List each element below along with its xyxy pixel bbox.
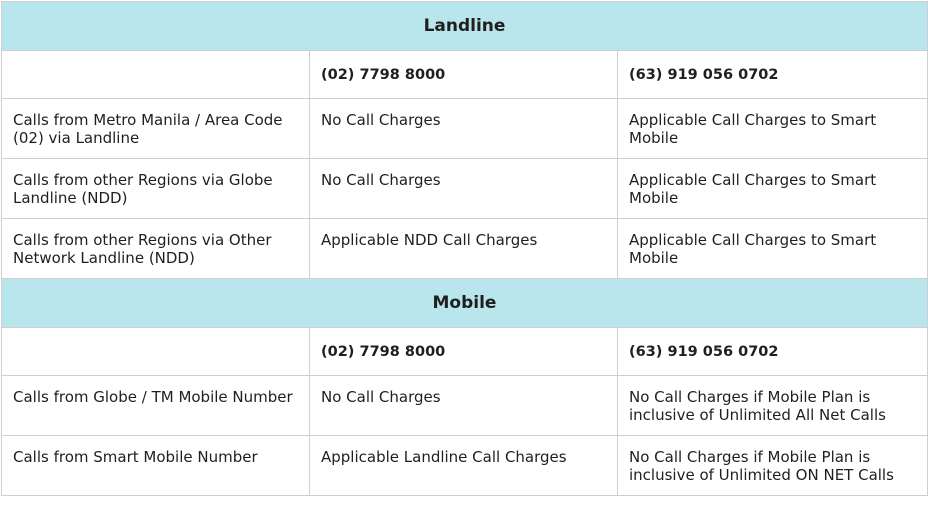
table-cell: No Call Charges if Mobile Plan is inclus…: [617, 435, 928, 496]
row-label: Calls from Smart Mobile Number: [1, 435, 310, 496]
section-header-mobile: Mobile: [1, 278, 928, 328]
column-header-empty: [1, 50, 310, 99]
table-row: Calls from Metro Manila / Area Code (02)…: [1, 98, 928, 159]
table-row: Calls from other Regions via Other Netwo…: [1, 218, 928, 279]
column-header-row: (02) 7798 8000 (63) 919 056 0702: [1, 50, 928, 99]
row-label: Calls from Metro Manila / Area Code (02)…: [1, 98, 310, 159]
section-title: Landline: [1, 1, 928, 51]
column-header-number: (02) 7798 8000: [309, 327, 618, 376]
table-cell: Applicable Call Charges to Smart Mobile: [617, 218, 928, 279]
table-cell: Applicable Call Charges to Smart Mobile: [617, 158, 928, 219]
column-header-empty: [1, 327, 310, 376]
call-charges-table: Landline (02) 7798 8000 (63) 919 056 070…: [1, 1, 928, 496]
row-label: Calls from other Regions via Globe Landl…: [1, 158, 310, 219]
table-row: Calls from other Regions via Globe Landl…: [1, 158, 928, 219]
column-header-number: (02) 7798 8000: [309, 50, 618, 99]
column-header-number: (63) 919 056 0702: [617, 50, 928, 99]
table-row: Calls from Smart Mobile Number Applicabl…: [1, 435, 928, 496]
row-label: Calls from other Regions via Other Netwo…: [1, 218, 310, 279]
table-cell: No Call Charges: [309, 98, 618, 159]
column-header-number: (63) 919 056 0702: [617, 327, 928, 376]
section-title: Mobile: [1, 278, 928, 328]
column-header-row: (02) 7798 8000 (63) 919 056 0702: [1, 327, 928, 376]
table-cell: No Call Charges: [309, 375, 618, 436]
section-header-landline: Landline: [1, 1, 928, 51]
row-label: Calls from Globe / TM Mobile Number: [1, 375, 310, 436]
table-cell: Applicable NDD Call Charges: [309, 218, 618, 279]
table-cell: Applicable Landline Call Charges: [309, 435, 618, 496]
table-cell: Applicable Call Charges to Smart Mobile: [617, 98, 928, 159]
table-cell: No Call Charges if Mobile Plan is inclus…: [617, 375, 928, 436]
table-cell: No Call Charges: [309, 158, 618, 219]
table-row: Calls from Globe / TM Mobile Number No C…: [1, 375, 928, 436]
